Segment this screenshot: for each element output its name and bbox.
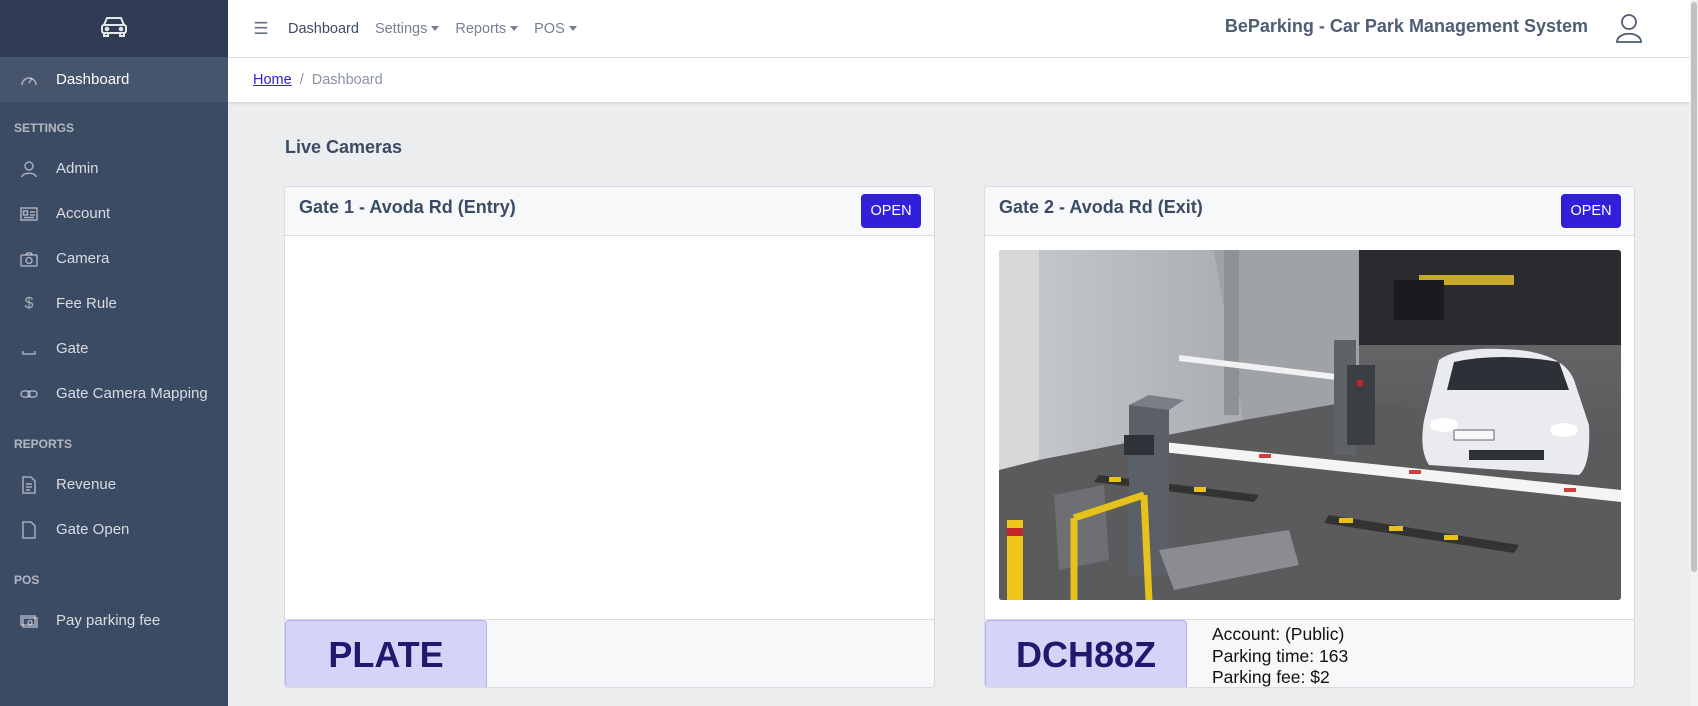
space-bar-icon: [18, 338, 40, 360]
sidebar-item-label: Gate Open: [56, 521, 130, 538]
parking-fee-text: Parking fee: $2: [1212, 667, 1330, 687]
parking-time-text: Parking time: 163: [1212, 645, 1349, 666]
sidebar-item-admin[interactable]: Admin: [0, 146, 228, 191]
breadcrumb-separator: /: [299, 72, 304, 88]
card-footer: DCH88Z Account: (Public) Parking time: 1…: [985, 619, 1634, 687]
page-scrollbar[interactable]: [1690, 0, 1698, 706]
sidebar-item-label: Camera: [56, 250, 110, 267]
top-nav-dashboard[interactable]: Dashboard: [288, 21, 359, 37]
speedometer-icon: [18, 69, 40, 91]
camera-card-gate-2: Gate 2 - Avoda Rd (Exit) OPEN DCH88Z Acc…: [984, 186, 1635, 688]
sidebar-item-account[interactable]: Account: [0, 191, 228, 236]
license-plate: PLATE: [285, 620, 487, 687]
camera-card-gate-1: Gate 1 - Avoda Rd (Entry) OPEN PLATE: [284, 186, 935, 688]
sidebar-item-fee-rule[interactable]: $ Fee Rule: [0, 281, 228, 326]
account-text: Account: (Public): [1212, 624, 1345, 644]
sidebar-item-gate[interactable]: Gate: [0, 326, 228, 371]
page-title: Live Cameras: [285, 137, 403, 157]
sidebar: Dashboard SETTINGS Admin Account Camera …: [0, 0, 228, 706]
caret-down-icon: [510, 26, 519, 31]
car-icon: [100, 14, 128, 43]
sidebar-item-label: Pay parking fee: [56, 612, 161, 629]
top-nav-pos-label: POS: [534, 20, 565, 37]
breadcrumb-home[interactable]: Home: [253, 72, 292, 88]
breadcrumb-current: Dashboard: [311, 72, 383, 88]
link-icon: [18, 383, 40, 405]
caret-down-icon: [431, 26, 440, 31]
license-plate: DCH88Z: [985, 620, 1187, 687]
sidebar-item-dashboard[interactable]: Dashboard: [0, 57, 228, 102]
sidebar-brand[interactable]: [0, 0, 228, 57]
top-nav-reports[interactable]: Reports: [455, 20, 519, 37]
app-title: BeParking - Car Park Management System: [1224, 16, 1588, 36]
sidebar-item-label: Account: [56, 205, 111, 222]
sidebar-title-settings: SETTINGS: [14, 121, 75, 135]
user-avatar-icon[interactable]: [1616, 13, 1642, 48]
sidebar-item-label: Gate: [56, 340, 89, 357]
sidebar-item-label: Dashboard: [56, 71, 130, 88]
camera-feed-empty: [285, 236, 934, 619]
camera-feed: [985, 236, 1634, 619]
sidebar-item-gate-open[interactable]: Gate Open: [0, 507, 228, 552]
file-icon: [18, 519, 40, 541]
top-nav-reports-label: Reports: [455, 20, 507, 37]
camera-icon: [18, 248, 40, 270]
top-nav: Dashboard Settings Reports POS: [288, 21, 593, 37]
sidebar-title-reports: REPORTS: [14, 437, 73, 451]
sidebar-item-label: Fee Rule: [56, 295, 117, 312]
sidebar-item-label: Admin: [56, 160, 99, 177]
card-header: Gate 2 - Avoda Rd (Exit) OPEN: [985, 187, 1634, 236]
hamburger-menu-icon[interactable]: ☰: [250, 19, 272, 39]
card-footer: PLATE: [285, 619, 934, 687]
user-icon: [18, 158, 40, 180]
top-nav-settings[interactable]: Settings: [374, 20, 440, 37]
open-gate-button[interactable]: OPEN: [1561, 194, 1621, 228]
sidebar-item-camera[interactable]: Camera: [0, 236, 228, 281]
top-nav-pos[interactable]: POS: [534, 21, 577, 37]
sidebar-title-pos: POS: [14, 573, 40, 587]
dollar-icon: $: [24, 294, 34, 312]
sidebar-item-label: Revenue: [56, 476, 117, 493]
scrollbar-thumb[interactable]: [1691, 2, 1697, 572]
camera-image: [999, 250, 1621, 600]
breadcrumb: Home / Dashboard: [228, 58, 1690, 102]
document-icon: [18, 474, 40, 496]
sidebar-item-gate-camera-mapping[interactable]: Gate Camera Mapping: [0, 371, 228, 416]
card-title: Gate 1 - Avoda Rd (Entry): [299, 197, 516, 217]
card-header: Gate 1 - Avoda Rd (Entry) OPEN: [285, 187, 934, 236]
sidebar-item-revenue[interactable]: Revenue: [0, 462, 228, 507]
money-icon: [18, 610, 40, 632]
id-card-icon: [18, 203, 40, 225]
card-title: Gate 2 - Avoda Rd (Exit): [999, 197, 1203, 217]
open-gate-button[interactable]: OPEN: [861, 194, 921, 228]
header: ☰ Dashboard Settings Reports POS BeParki…: [228, 0, 1698, 58]
caret-down-icon: [568, 26, 577, 31]
sidebar-item-label: Gate Camera Mapping: [56, 385, 208, 402]
parking-info: Account: (Public) Parking time: 163 Park…: [1212, 624, 1349, 687]
sidebar-item-pay-parking-fee[interactable]: Pay parking fee: [0, 598, 228, 643]
top-nav-settings-label: Settings: [374, 20, 428, 37]
